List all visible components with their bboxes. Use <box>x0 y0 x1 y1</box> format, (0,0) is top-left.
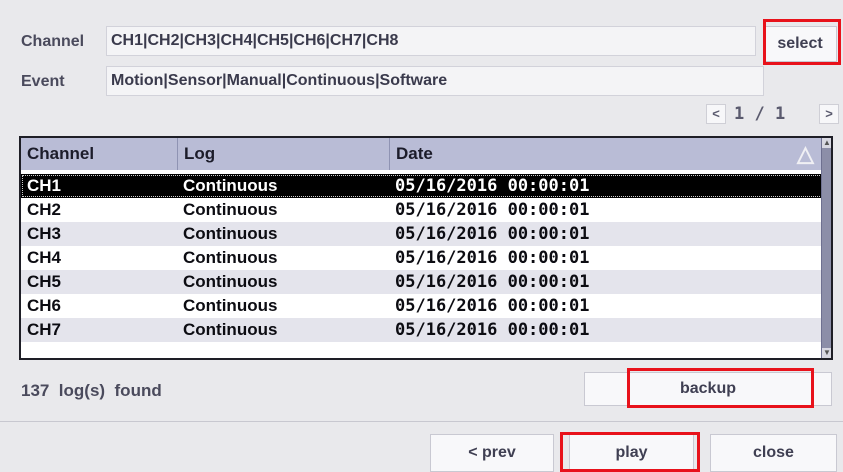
event-label: Event <box>21 73 65 90</box>
table-row[interactable]: CH2 Continuous 05/16/2016 00:00:01 <box>21 198 823 222</box>
table-row[interactable]: CH7 Continuous 05/16/2016 00:00:01 <box>21 318 823 342</box>
cell-date: 05/16/2016 00:00:01 <box>395 224 590 244</box>
cell-log: Continuous <box>183 200 278 219</box>
close-button[interactable]: close <box>710 434 837 472</box>
table-row[interactable]: CH1 Continuous 05/16/2016 00:00:01 <box>21 174 823 198</box>
table-row[interactable]: CH5 Continuous 05/16/2016 00:00:01 <box>21 270 823 294</box>
channel-label: Channel <box>21 33 85 50</box>
chevron-right-icon: > <box>825 106 833 121</box>
cell-log: Continuous <box>183 296 278 315</box>
cell-date: 05/16/2016 00:00:01 <box>395 296 590 316</box>
cell-channel: CH4 <box>27 248 62 267</box>
sort-ascending-icon[interactable]: △ <box>791 138 819 170</box>
page-indicator: 1 / 1 <box>734 104 786 124</box>
table-row[interactable]: CH4 Continuous 05/16/2016 00:00:01 <box>21 246 823 270</box>
cell-channel: CH5 <box>27 272 62 291</box>
cell-log: Continuous <box>183 176 278 195</box>
scroll-up-icon[interactable]: ▲ <box>822 138 831 148</box>
cell-channel: CH3 <box>27 224 62 243</box>
logs-found-text: 137 log(s) found <box>21 381 162 400</box>
select-button[interactable]: select <box>763 26 837 62</box>
play-button[interactable]: play <box>569 434 694 472</box>
prev-button[interactable]: < prev <box>430 434 554 472</box>
cell-date: 05/16/2016 00:00:01 <box>395 248 590 268</box>
column-header-log[interactable]: Log <box>177 138 389 170</box>
cell-date: 05/16/2016 00:00:01 <box>395 320 590 340</box>
cell-channel: CH7 <box>27 320 62 339</box>
cell-channel: CH6 <box>27 296 62 315</box>
divider <box>0 421 843 422</box>
cell-log: Continuous <box>183 224 278 243</box>
event-field[interactable]: Motion|Sensor|Manual|Continuous|Software <box>106 66 764 96</box>
table-header: Channel Log Date △ <box>21 138 823 170</box>
scroll-down-icon[interactable]: ▼ <box>822 348 831 358</box>
table-scrollbar[interactable]: ▲ ▼ <box>821 138 831 358</box>
cell-log: Continuous <box>183 272 278 291</box>
cell-channel: CH2 <box>27 200 62 219</box>
cell-date: 05/16/2016 00:00:01 <box>395 272 590 292</box>
page-prev-button[interactable]: < <box>706 104 726 124</box>
table-row[interactable]: CH6 Continuous 05/16/2016 00:00:01 <box>21 294 823 318</box>
page-next-button[interactable]: > <box>819 104 839 124</box>
channel-field[interactable]: CH1|CH2|CH3|CH4|CH5|CH6|CH7|CH8 <box>106 26 756 56</box>
cell-channel: CH1 <box>27 176 62 195</box>
cell-log: Continuous <box>183 320 278 339</box>
cell-log: Continuous <box>183 248 278 267</box>
log-table: Channel Log Date △ CH1 Continuous 05/16/… <box>19 136 833 360</box>
table-row[interactable]: CH3 Continuous 05/16/2016 00:00:01 <box>21 222 823 246</box>
column-header-date[interactable]: Date <box>389 138 823 170</box>
cell-date: 05/16/2016 00:00:01 <box>395 176 590 196</box>
cell-date: 05/16/2016 00:00:01 <box>395 200 590 220</box>
chevron-left-icon: < <box>712 106 720 121</box>
backup-button[interactable]: backup <box>584 372 832 406</box>
column-header-channel[interactable]: Channel <box>21 138 177 170</box>
